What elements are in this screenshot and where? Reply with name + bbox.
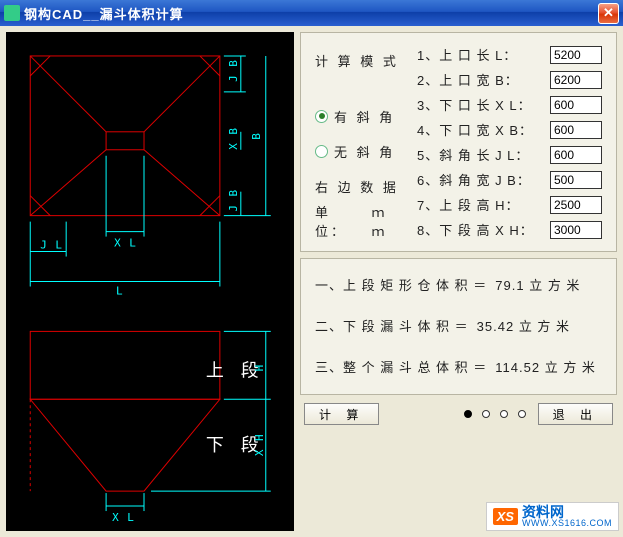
field-row-2: 2、上 口 宽 B： <box>417 70 602 89</box>
field-label-4: 4、下 口 宽 X B： <box>417 120 542 139</box>
result-3-value: 114.52 立 方 米 <box>495 357 596 376</box>
titlebar[interactable]: 钢构CAD__漏斗体积计算 ✕ <box>0 0 623 26</box>
rightdata-label: 右 边 数 据 <box>315 177 401 195</box>
field-label-1: 1、上 口 长 L： <box>417 45 542 64</box>
field-row-7: 7、上 段 高 H： <box>417 195 602 214</box>
app-window: 钢构CAD__漏斗体积计算 ✕ <box>0 0 623 537</box>
field-label-8: 8、下 段 高 X H： <box>417 220 542 239</box>
mode-column: 计 算 模 式 有 斜 角 无 斜 角 右 边 数 据 单 位：ｍｍ <box>315 45 401 239</box>
mode-title: 计 算 模 式 <box>315 51 401 69</box>
field-row-4: 4、下 口 宽 X B： <box>417 120 602 139</box>
fields-column: 1、上 口 长 L： 2、上 口 宽 B： 3、下 口 长 X L： 4、下 口 宽 … <box>417 45 602 239</box>
calc-button[interactable]: 计 算 <box>304 403 379 425</box>
radio-icon-checked <box>315 110 328 123</box>
dim-label-L: L <box>116 284 124 297</box>
pager <box>464 410 526 418</box>
dim-label-JB-bot: J B <box>227 189 240 212</box>
client-area: L J L X L B J B X B J B <box>0 26 623 537</box>
field-row-6: 6、斜 角 宽 J B： <box>417 170 602 189</box>
field-row-5: 5、斜 角 长 J L： <box>417 145 602 164</box>
result-panel: 一、上 段 矩 形 仓 体 积 ＝ 79.1 立 方 米 二、下 段 漏 斗 体… <box>300 258 617 395</box>
result-2-value: 35.42 立 方 米 <box>477 316 570 335</box>
field-input-4[interactable] <box>550 121 602 139</box>
watermark-logo: XS <box>493 508 518 525</box>
close-button[interactable]: ✕ <box>598 3 619 24</box>
window-title: 钢构CAD__漏斗体积计算 <box>24 4 598 23</box>
field-label-7: 7、上 段 高 H： <box>417 195 542 214</box>
watermark-url: WWW.XS1616.COM <box>522 519 612 528</box>
unit-label: 单 位： <box>315 202 365 240</box>
field-label-2: 2、上 口 宽 B： <box>417 70 542 89</box>
field-input-5[interactable] <box>550 146 602 164</box>
field-input-6[interactable] <box>550 171 602 189</box>
field-label-5: 5、斜 角 长 J L： <box>417 145 542 164</box>
unit-value: ｍｍ <box>371 202 401 240</box>
field-input-7[interactable] <box>550 196 602 214</box>
dim-label-H: H <box>253 364 266 372</box>
pager-dot-0[interactable] <box>464 410 472 418</box>
dim-label-XL: X L <box>114 237 137 250</box>
watermark-cn: 资料网 <box>522 505 612 519</box>
result-1-value: 79.1 立 方 米 <box>495 275 580 294</box>
pager-dot-1[interactable] <box>482 410 490 418</box>
radio-no-bevel[interactable]: 无 斜 角 <box>315 142 401 160</box>
button-row: 计 算 退 出 <box>300 401 617 427</box>
result-1-label: 一、上 段 矩 形 仓 体 积 ＝ <box>315 275 487 294</box>
radio-icon <box>315 145 328 158</box>
field-row-1: 1、上 口 长 L： <box>417 45 602 64</box>
pager-dot-2[interactable] <box>500 410 508 418</box>
radio-label-nobevel: 无 斜 角 <box>334 142 395 161</box>
input-panel: 计 算 模 式 有 斜 角 无 斜 角 右 边 数 据 单 位：ｍｍ <box>300 32 617 252</box>
app-icon <box>4 5 20 21</box>
unit-row: 单 位：ｍｍ <box>315 212 401 230</box>
result-3: 三、整 个 漏 斗 总 体 积 ＝ 114.52 立 方 米 <box>315 357 602 376</box>
watermark: XS 资料网 WWW.XS1616.COM <box>486 502 619 531</box>
field-label-6: 6、斜 角 宽 J B： <box>417 170 542 189</box>
field-input-1[interactable] <box>550 46 602 64</box>
field-row-8: 8、下 段 高 X H： <box>417 220 602 239</box>
field-input-8[interactable] <box>550 221 602 239</box>
field-label-3: 3、下 口 长 X L： <box>417 95 542 114</box>
dim-label-XL2: X L <box>112 511 135 524</box>
dim-label-JL: J L <box>40 239 63 252</box>
dim-label-JB-top: J B <box>227 59 240 82</box>
radio-bevel[interactable]: 有 斜 角 <box>315 107 401 125</box>
dim-label-XB: X B <box>227 127 240 150</box>
result-2-label: 二、下 段 漏 斗 体 积 ＝ <box>315 316 469 335</box>
result-3-label: 三、整 个 漏 斗 总 体 积 ＝ <box>315 357 487 376</box>
result-2: 二、下 段 漏 斗 体 积 ＝ 35.42 立 方 米 <box>315 316 602 335</box>
close-icon: ✕ <box>603 5 614 21</box>
field-input-2[interactable] <box>550 71 602 89</box>
dim-label-B: B <box>250 132 263 140</box>
field-input-3[interactable] <box>550 96 602 114</box>
field-row-3: 3、下 口 长 X L： <box>417 95 602 114</box>
pager-dot-3[interactable] <box>518 410 526 418</box>
result-1: 一、上 段 矩 形 仓 体 积 ＝ 79.1 立 方 米 <box>315 275 602 294</box>
dim-label-XH: X H <box>253 433 266 456</box>
cad-drawing: L J L X L B J B X B J B <box>6 32 294 531</box>
cad-viewport[interactable]: L J L X L B J B X B J B <box>6 32 294 531</box>
exit-button[interactable]: 退 出 <box>538 403 613 425</box>
right-column: 计 算 模 式 有 斜 角 无 斜 角 右 边 数 据 单 位：ｍｍ <box>300 32 617 531</box>
radio-label-bevel: 有 斜 角 <box>334 107 395 126</box>
